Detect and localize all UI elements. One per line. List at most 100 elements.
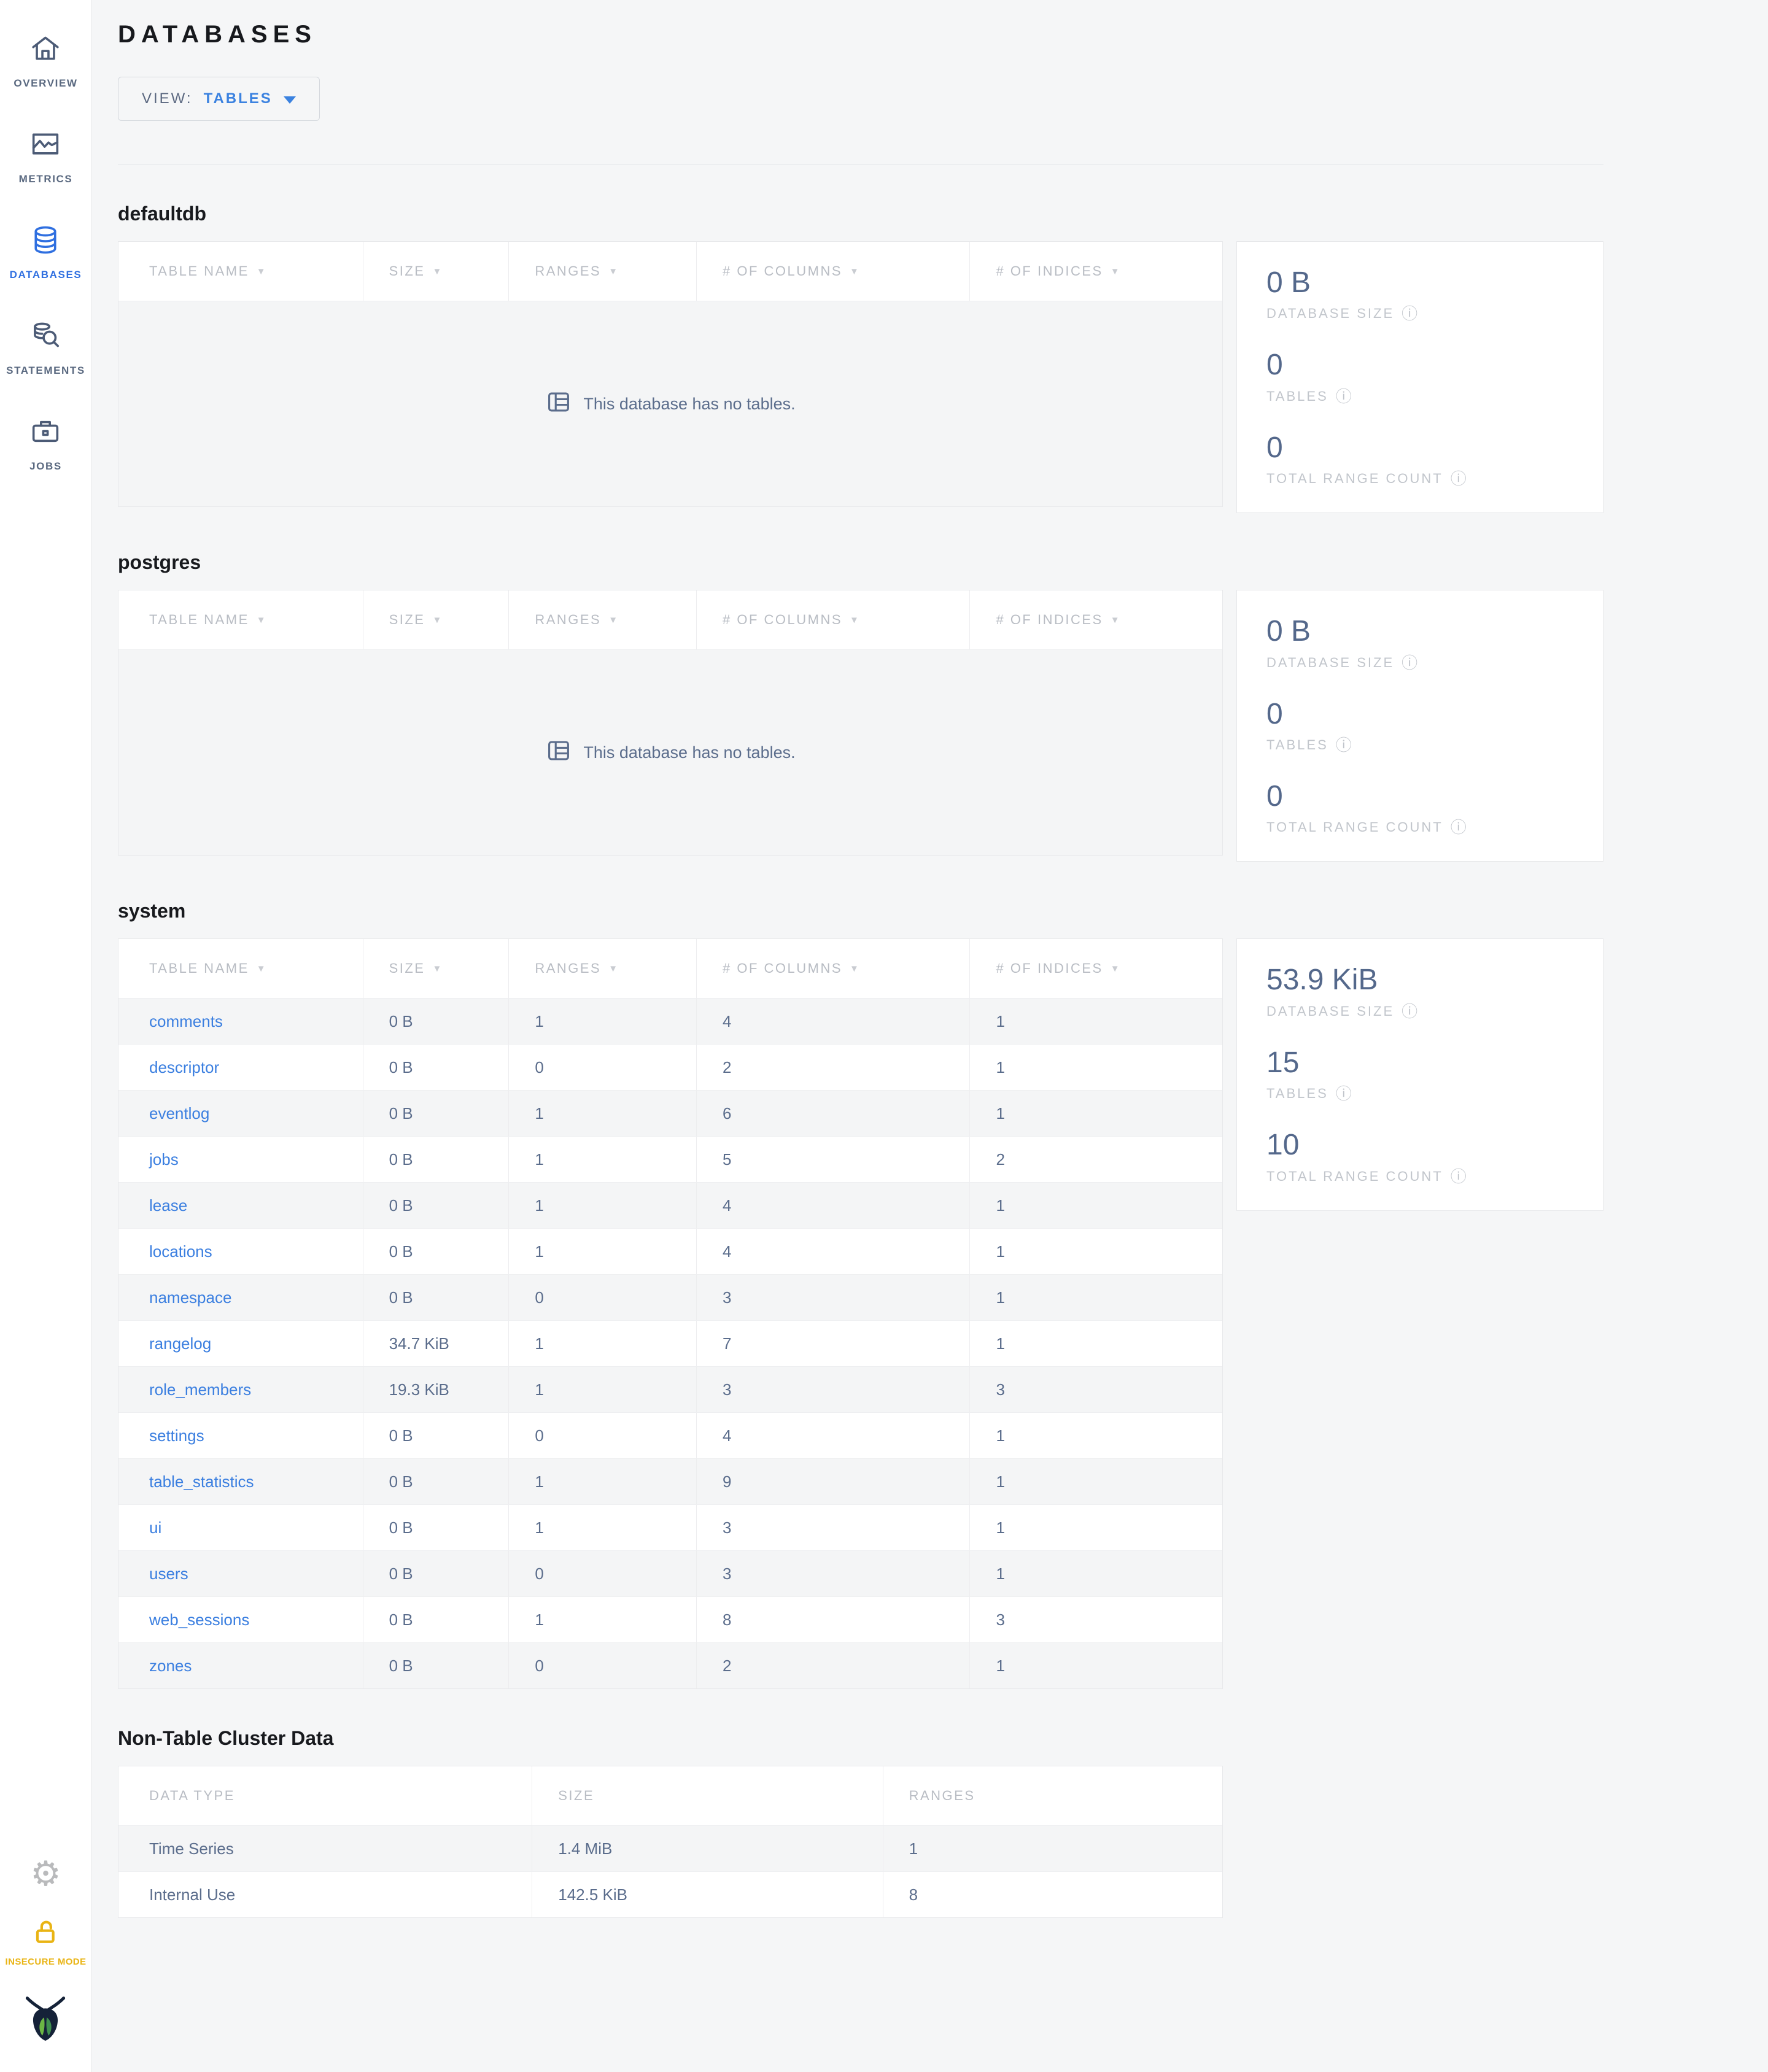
table-name-link[interactable]: comments — [149, 1012, 223, 1031]
column-header-label: # OF COLUMNS — [722, 263, 843, 279]
defaultdb-column-header-4[interactable]: # OF COLUMNS ▼ — [696, 242, 969, 301]
info-icon[interactable]: ⓘ — [1336, 1086, 1354, 1102]
table-name-link[interactable]: rangelog — [149, 1334, 211, 1353]
table-name-link[interactable]: zones — [149, 1656, 192, 1676]
cell-value: 1 — [996, 1288, 1005, 1307]
table-row: rangelog 34.7 KiB 1 7 1 — [118, 1320, 1222, 1367]
table-name-cell: ui — [118, 1505, 363, 1550]
stat-label-text: TABLES — [1266, 388, 1328, 404]
info-icon[interactable]: ⓘ — [1451, 819, 1468, 835]
table-value-cell: 7 — [696, 1321, 969, 1367]
table-value-cell: 0 B — [362, 1137, 509, 1183]
postgres-column-header-3[interactable]: RANGES ▼ — [508, 590, 696, 650]
info-icon[interactable]: ⓘ — [1336, 388, 1354, 404]
table-name-link[interactable]: users — [149, 1564, 188, 1583]
table-value-cell: 3 — [696, 1275, 969, 1321]
table-name-link[interactable]: table_statistics — [149, 1472, 254, 1491]
gear-icon[interactable]: ⚙ — [30, 1857, 61, 1891]
info-icon[interactable]: ⓘ — [1451, 471, 1468, 487]
table-name-link[interactable]: namespace — [149, 1288, 231, 1307]
cell-value: 1 — [996, 1472, 1005, 1491]
cell-value: 3 — [722, 1564, 732, 1583]
table-row: comments 0 B 1 4 1 — [118, 998, 1222, 1045]
non-table-column-header-row: DATA TYPE SIZE RANGES — [118, 1766, 1222, 1826]
database-name-heading: defaultdb — [118, 203, 206, 225]
system-column-header-4[interactable]: # OF COLUMNS ▼ — [696, 939, 969, 999]
cell-value: 0 B — [389, 1011, 413, 1030]
cell-value: 0 B — [389, 1288, 413, 1307]
sidebar-item-overview[interactable]: OVERVIEW — [14, 32, 77, 90]
non-table-column-header-3[interactable]: RANGES — [882, 1766, 1222, 1826]
table-name-link[interactable]: ui — [149, 1518, 161, 1537]
insecure-mode-indicator[interactable]: INSECURE MODE — [6, 1918, 87, 1967]
table-name-link[interactable]: lease — [149, 1196, 187, 1215]
table-value-cell: 1 — [508, 1505, 696, 1551]
table-name-link[interactable]: web_sessions — [149, 1610, 249, 1629]
home-icon — [29, 32, 62, 68]
table-name-cell: users — [118, 1551, 363, 1596]
non-table-column-header-1[interactable]: DATA TYPE — [118, 1766, 532, 1825]
stat-label-text: TOTAL RANGE COUNT — [1266, 1168, 1443, 1184]
info-icon[interactable]: ⓘ — [1402, 306, 1419, 322]
database-section-defaultdb: defaultdb TABLE NAME ▼ SIZE ▼ RANGES ▼ # OF COL… — [118, 203, 1603, 514]
system-column-header-3[interactable]: RANGES ▼ — [508, 939, 696, 999]
non-table-column-header-2[interactable]: SIZE — [532, 1766, 882, 1826]
postgres-column-header-5[interactable]: # OF INDICES ▼ — [969, 590, 1222, 650]
cell-value: 0 — [535, 1057, 544, 1077]
cell-value: 1.4 MiB — [558, 1839, 613, 1858]
defaultdb-column-header-1[interactable]: TABLE NAME ▼ — [118, 242, 363, 301]
sidebar-item-statements[interactable]: STATEMENTS — [6, 319, 85, 377]
table-row: namespace 0 B 0 3 1 — [118, 1274, 1222, 1321]
table-name-link[interactable]: role_members — [149, 1380, 251, 1399]
database-section-postgres: postgres TABLE NAME ▼ SIZE ▼ RANGES ▼ # OF COLU… — [118, 551, 1603, 862]
info-icon[interactable]: ⓘ — [1402, 1003, 1419, 1019]
table-value-cell: 8 — [696, 1597, 969, 1643]
system-column-header-5[interactable]: # OF INDICES ▼ — [969, 939, 1222, 999]
view-dropdown[interactable]: VIEW: TABLES — [118, 77, 320, 121]
stat-range_count: 0 TOTAL RANGE COUNT ⓘ — [1266, 781, 1584, 835]
stat-label-text: TOTAL RANGE COUNT — [1266, 471, 1443, 487]
table-value-cell: 0 — [508, 1551, 696, 1597]
sidebar: OVERVIEW METRICS DATABASES STATEMENTS JOBS ⚙… — [0, 0, 92, 2072]
column-header-label: TABLE NAME — [149, 961, 249, 976]
sidebar-item-metrics[interactable]: METRICS — [19, 128, 73, 185]
table-value-cell: 4 — [696, 1413, 969, 1459]
cell-value: 1 — [996, 1334, 1005, 1353]
stat-tables: 0 TABLES ⓘ — [1266, 349, 1584, 404]
sidebar-item-label: METRICS — [18, 173, 73, 185]
system-column-header-2[interactable]: SIZE ▼ — [362, 939, 509, 999]
cell-value: 1 — [996, 1656, 1005, 1675]
empty-state-message: This database has no tables. — [583, 743, 796, 762]
table-value-cell: 0 B — [362, 1091, 509, 1137]
main-content: DATABASES VIEW: TABLES defaultdb TABLE NA… — [118, 0, 1603, 2004]
system-column-header-1[interactable]: TABLE NAME ▼ — [118, 939, 363, 998]
table-name-link[interactable]: locations — [149, 1242, 212, 1261]
table-name-link[interactable]: jobs — [149, 1150, 179, 1169]
defaultdb-column-header-row: TABLE NAME ▼ SIZE ▼ RANGES ▼ # OF COLUMNS ▼ # OF… — [118, 242, 1222, 301]
table-row: jobs 0 B 1 5 2 — [118, 1136, 1222, 1183]
column-header-label: SIZE — [558, 1788, 595, 1804]
defaultdb-column-header-5[interactable]: # OF INDICES ▼ — [969, 242, 1222, 301]
table-name-link[interactable]: settings — [149, 1426, 204, 1445]
table-value-cell: 1 — [969, 1505, 1222, 1551]
table-value-cell: 1 — [969, 1229, 1222, 1275]
table-value-cell: 3 — [969, 1597, 1222, 1643]
info-icon[interactable]: ⓘ — [1402, 655, 1419, 671]
cell-value: 0 B — [389, 1472, 413, 1491]
table-name-link[interactable]: descriptor — [149, 1058, 219, 1077]
defaultdb-column-header-3[interactable]: RANGES ▼ — [508, 242, 696, 301]
postgres-column-header-1[interactable]: TABLE NAME ▼ — [118, 590, 363, 649]
info-icon[interactable]: ⓘ — [1336, 737, 1354, 753]
table-name-cell: eventlog — [118, 1091, 363, 1136]
column-header-label: # OF COLUMNS — [722, 612, 843, 628]
table-name-link[interactable]: eventlog — [149, 1104, 209, 1123]
sidebar-item-databases[interactable]: DATABASES — [10, 223, 82, 281]
cell-value: 1 — [535, 1518, 544, 1537]
table-value-cell: 1 — [508, 1229, 696, 1275]
column-header-label: RANGES — [535, 263, 602, 279]
sidebar-item-jobs[interactable]: JOBS — [29, 415, 62, 473]
postgres-column-header-2[interactable]: SIZE ▼ — [362, 590, 509, 650]
defaultdb-column-header-2[interactable]: SIZE ▼ — [362, 242, 509, 301]
info-icon[interactable]: ⓘ — [1451, 1169, 1468, 1185]
postgres-column-header-4[interactable]: # OF COLUMNS ▼ — [696, 590, 969, 650]
